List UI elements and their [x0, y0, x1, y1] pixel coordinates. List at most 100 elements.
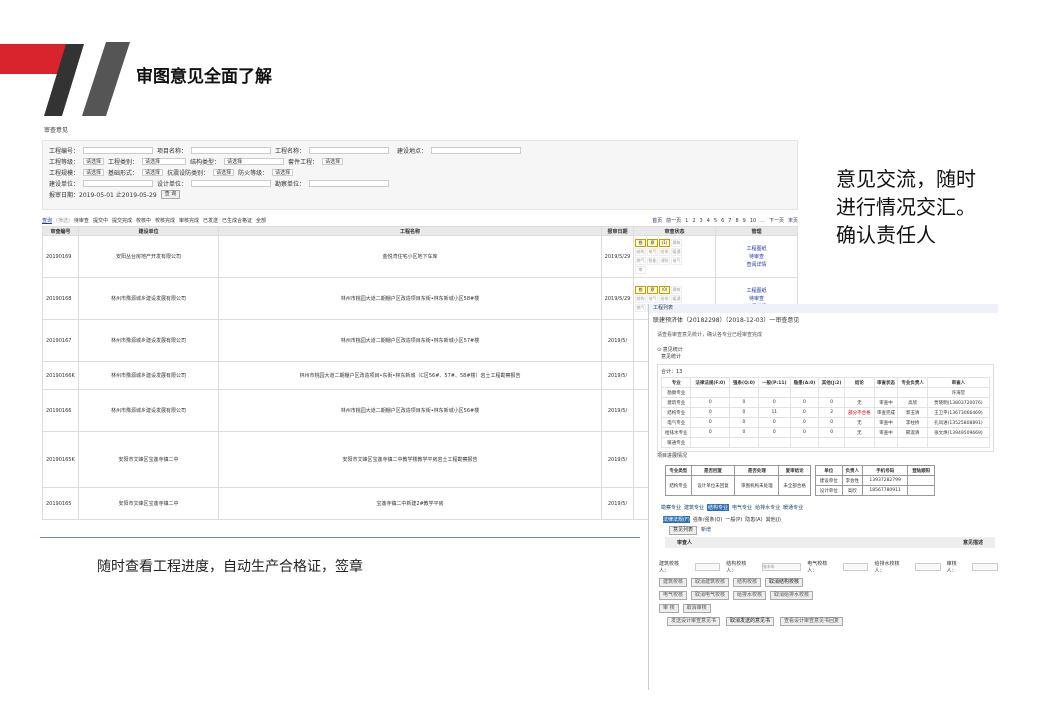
review-button[interactable]: 审 核 — [659, 604, 679, 613]
pager-item[interactable]: 5 — [714, 218, 717, 224]
pager-item[interactable]: 首页 — [652, 218, 662, 224]
pager-item[interactable]: 6 — [721, 218, 724, 224]
tab-structure[interactable]: 结构专业 — [707, 504, 730, 511]
status-chip[interactable]: 审 — [635, 266, 646, 274]
status-chip[interactable]: 勘 — [635, 285, 646, 294]
tab-elec[interactable]: 电气专业 — [732, 504, 752, 511]
tab-sent[interactable]: 已发送 — [203, 218, 218, 224]
manage-link[interactable]: 工程图纸 — [716, 287, 797, 295]
status-chip[interactable]: 建筑 — [671, 239, 682, 247]
tab-general[interactable]: 一般(P) — [725, 516, 742, 523]
pager-item[interactable]: 下一页 — [769, 218, 784, 224]
elec-check-button[interactable]: 电气校核 — [659, 591, 688, 600]
arch-checker-field[interactable] — [694, 563, 721, 571]
seismic-select[interactable]: 请选择 — [213, 169, 235, 176]
pager-item[interactable]: 3 — [700, 218, 703, 224]
kit-select[interactable]: 请选择 — [322, 158, 344, 165]
view-reply-button[interactable]: 查看设计审查意见书回复 — [780, 617, 844, 626]
struct-check-button[interactable]: 结构校核 — [733, 578, 762, 587]
pager-item[interactable]: 末页 — [788, 218, 798, 224]
search-button[interactable]: 查 询 — [160, 190, 181, 199]
status-chip[interactable]: 察 — [647, 285, 658, 294]
cancel-arch-check-button[interactable]: 取消建筑校核 — [691, 578, 730, 587]
fire-select[interactable]: 请选择 — [272, 169, 294, 176]
status-chip[interactable]: 智能 — [647, 257, 658, 265]
tab-certified[interactable]: 已生成合格证 — [222, 218, 252, 224]
reviewer-field[interactable] — [972, 563, 998, 571]
tab-hazard[interactable]: 隐患(A) — [745, 516, 762, 523]
tab-all[interactable]: 全部 — [256, 218, 266, 224]
project-name-input[interactable] — [191, 147, 272, 154]
pager-item[interactable]: 10 — [750, 218, 756, 224]
status-chip[interactable]: 结构 — [635, 248, 646, 256]
manage-link[interactable]: 工程图纸 — [716, 245, 797, 253]
status-chip[interactable]: 建筑 — [671, 285, 682, 294]
tab-submitting[interactable]: 提交中 — [93, 218, 108, 224]
scale-select[interactable]: 请选择 — [83, 169, 105, 176]
location-input[interactable] — [431, 147, 522, 154]
grade-select[interactable]: 请选择 — [83, 158, 105, 165]
tab-hvac[interactable]: 暖通专业 — [783, 504, 803, 511]
manage-link[interactable]: 待审查 — [716, 253, 797, 261]
manage-link[interactable]: 查阅详情 — [716, 261, 797, 269]
tab-pending[interactable]: 待审查 — [74, 218, 89, 224]
cancel-review-button[interactable]: 取消审核 — [682, 604, 711, 613]
cancel-sent-opinion-button[interactable]: 取消发送的意见书 — [726, 617, 775, 626]
cancel-elec-check-button[interactable]: 取消电气校核 — [691, 591, 730, 600]
status-chip[interactable]: 燃气 — [635, 257, 646, 265]
status-chip[interactable]: 勘 — [635, 239, 646, 247]
tab-plumb[interactable]: 给排水专业 — [755, 504, 780, 511]
tab-filter[interactable]: (筛选) — [56, 218, 70, 224]
status-chip[interactable]: 结构 — [635, 294, 646, 303]
tab-survey[interactable]: 勘察专业 — [661, 504, 681, 511]
status-chip[interactable]: 燃气 — [635, 303, 646, 312]
pager-item[interactable]: 4 — [707, 218, 710, 224]
status-chip[interactable]: 给排 — [659, 248, 670, 256]
pager-item[interactable]: 9 — [743, 218, 746, 224]
pager-item[interactable]: ... — [760, 218, 765, 224]
tab-mandatory[interactable]: 强条/强条(Q) — [693, 516, 723, 523]
project-no-input[interactable] — [83, 147, 154, 154]
tab-law[interactable]: 法律法规(F) — [663, 516, 690, 523]
structure-select[interactable]: 请选择 — [224, 158, 285, 165]
tab-query[interactable]: 查询 — [42, 218, 52, 224]
table-row[interactable]: 20190169 安阳丛台房地产开发有限公司 金悦湾住宅小区地下车库 2019/5/2… — [42, 235, 798, 278]
tab-submitted[interactable]: 提交完成 — [112, 218, 132, 224]
cancel-struct-check-button[interactable]: 取消结构校核 — [765, 578, 804, 587]
pager-item[interactable]: 1 — [685, 218, 688, 224]
pager-item[interactable]: 8 — [735, 218, 738, 224]
stats-section-title[interactable]: ⊙ 意见统计 — [649, 338, 998, 353]
struct-checker-field[interactable]: 张丰年 — [761, 563, 802, 571]
status-chip[interactable]: 电气 — [647, 248, 658, 256]
foundation-select[interactable]: 请选择 — [142, 169, 164, 176]
survey-input[interactable] — [309, 180, 390, 187]
pager-item[interactable]: 7 — [728, 218, 731, 224]
elec-checker-field[interactable] — [842, 563, 869, 571]
status-chip[interactable]: (0) — [659, 285, 670, 294]
arch-check-button[interactable]: 建筑校核 — [659, 578, 688, 587]
work-name-input[interactable] — [309, 147, 390, 154]
manage-link[interactable]: 待审查 — [716, 295, 797, 303]
add-link[interactable]: 新增 — [701, 526, 711, 535]
status-chip[interactable]: 暖通 — [671, 294, 682, 303]
status-chip[interactable]: (1) — [659, 239, 670, 247]
tab-arch[interactable]: 建筑专业 — [684, 504, 704, 511]
designer-input[interactable] — [191, 180, 272, 187]
tab-checking[interactable]: 校核中 — [136, 218, 151, 224]
tab-checked[interactable]: 校核完成 — [155, 218, 175, 224]
send-opinion-button[interactable]: 发送设计审查意见书 — [667, 617, 721, 626]
plumb-checker-field[interactable] — [914, 563, 941, 571]
builder-input[interactable] — [83, 180, 154, 187]
cancel-plumb-check-button[interactable]: 取消给排水校核 — [770, 591, 814, 600]
tab-other[interactable]: 其他(J) — [766, 516, 781, 523]
tab-reviewed[interactable]: 审核完成 — [179, 218, 199, 224]
status-chip[interactable]: 给排 — [659, 294, 670, 303]
status-chip[interactable]: 消防 — [659, 257, 670, 265]
status-chip[interactable]: 电气 — [647, 294, 658, 303]
status-chip[interactable]: 暖通 — [671, 248, 682, 256]
plumb-check-button[interactable]: 给排水校核 — [733, 591, 767, 600]
pager-item[interactable]: 2 — [692, 218, 695, 224]
pager-item[interactable]: 前一页 — [666, 218, 681, 224]
opinion-list-button[interactable]: 意见列表 — [669, 526, 698, 535]
category-select[interactable]: 请选择 — [142, 158, 187, 165]
